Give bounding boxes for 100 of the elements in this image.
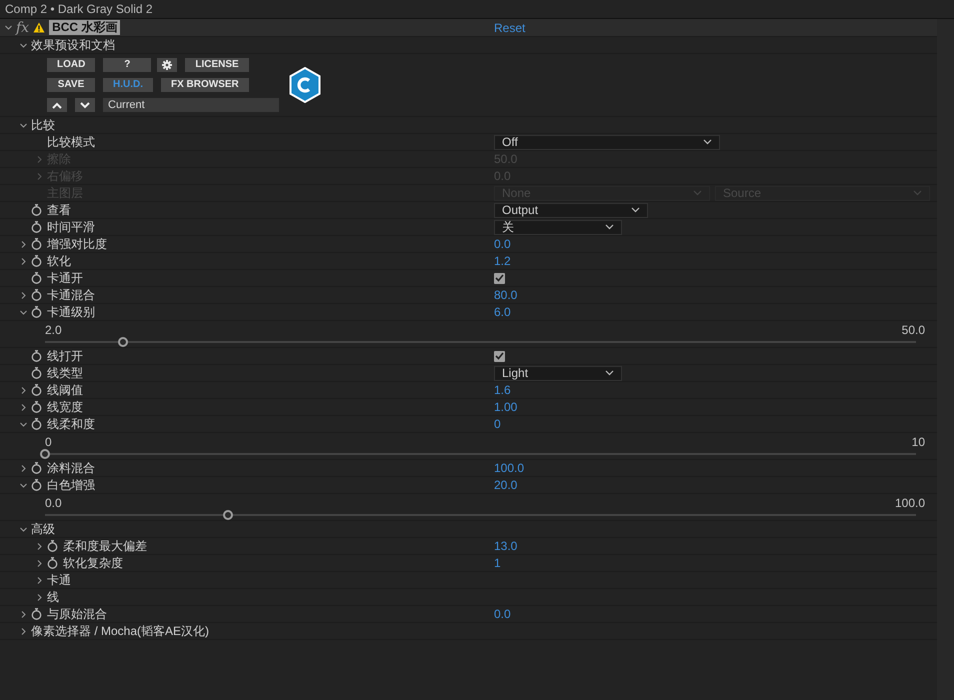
chevron-icon xyxy=(913,190,922,196)
chevron-icon xyxy=(605,224,614,230)
param-label: 与原始混合 xyxy=(47,608,107,620)
caret-icon[interactable] xyxy=(20,122,27,128)
caret-icon[interactable] xyxy=(36,560,43,566)
value-field[interactable]: 80.0 xyxy=(494,286,518,304)
slider-thumb[interactable] xyxy=(222,510,233,520)
stopwatch-icon[interactable] xyxy=(31,289,42,301)
preset-button[interactable]: SAVE xyxy=(47,78,95,92)
stopwatch-icon[interactable] xyxy=(31,418,42,430)
stopwatch-icon[interactable] xyxy=(31,306,42,318)
settings-button[interactable] xyxy=(157,58,178,72)
caret-icon[interactable] xyxy=(36,542,43,550)
preset-button[interactable]: LOAD xyxy=(47,58,96,72)
value-field[interactable]: 0.0 xyxy=(494,605,511,623)
param-label: 卡通开 xyxy=(47,272,83,284)
stopwatch-icon[interactable] xyxy=(31,384,42,396)
stopwatch-icon[interactable] xyxy=(31,221,42,233)
caret-icon[interactable] xyxy=(20,404,27,410)
logo-icon xyxy=(289,67,321,103)
effect-name[interactable]: BCC 水彩画 xyxy=(49,20,120,35)
stopwatch-icon[interactable] xyxy=(31,238,42,250)
caret-icon[interactable] xyxy=(20,42,27,48)
param-label: 高级 xyxy=(31,523,55,535)
checkbox[interactable] xyxy=(494,350,505,362)
param-label: 柔和度最大偏差 xyxy=(63,540,147,552)
chevron-icon xyxy=(693,190,702,196)
slider-max-label: 50.0 xyxy=(902,323,925,337)
caret-icon[interactable] xyxy=(20,628,27,634)
param-label: 像素选择器 / Mocha(韬客AE汉化) xyxy=(31,625,210,637)
caret-icon[interactable] xyxy=(20,258,27,264)
preset-button[interactable]: LICENSE xyxy=(185,58,249,72)
caret-icon[interactable] xyxy=(20,292,27,298)
caret-icon[interactable] xyxy=(20,240,27,248)
chevron-icon xyxy=(631,207,640,213)
param-label: 卡通混合 xyxy=(47,289,95,301)
stopwatch-icon[interactable] xyxy=(31,272,42,284)
stopwatch-icon[interactable] xyxy=(31,204,42,216)
param-label: 比较 xyxy=(31,119,55,131)
caret-icon[interactable] xyxy=(36,594,43,600)
slider-thumb[interactable] xyxy=(40,449,50,459)
slider-min-label: 0 xyxy=(45,435,52,449)
caret-icon[interactable] xyxy=(36,576,43,584)
stopwatch-icon[interactable] xyxy=(31,367,42,379)
value-field[interactable]: 1.2 xyxy=(494,252,511,270)
value-field[interactable]: 0 xyxy=(494,415,501,433)
stopwatch-icon[interactable] xyxy=(31,401,42,413)
caret-icon[interactable] xyxy=(20,610,27,618)
stopwatch-icon[interactable] xyxy=(31,462,42,474)
preset-button[interactable]: ? xyxy=(103,58,152,72)
move-down-button[interactable] xyxy=(75,98,95,112)
caret-icon[interactable] xyxy=(5,24,12,31)
param-label: 白色增强 xyxy=(47,479,95,491)
param-label: 增强对比度 xyxy=(47,238,107,250)
value-field[interactable]: 0.0 xyxy=(494,235,511,253)
caret-icon[interactable] xyxy=(20,420,27,428)
slider-max-label: 10 xyxy=(912,435,925,449)
slider-min-label: 0.0 xyxy=(45,496,62,510)
slider-min-label: 2.0 xyxy=(45,323,62,337)
dropdown[interactable]: Off xyxy=(494,134,720,150)
stopwatch-icon[interactable] xyxy=(31,350,42,362)
caret-icon[interactable] xyxy=(20,308,27,316)
value-field[interactable]: 20.0 xyxy=(494,476,518,494)
param-label: 查看 xyxy=(47,204,71,216)
value-field[interactable]: 1.00 xyxy=(494,398,518,416)
caret-icon[interactable] xyxy=(20,482,27,488)
stopwatch-icon[interactable] xyxy=(47,540,58,552)
param-label: 线类型 xyxy=(47,367,83,379)
param-label: 线阈值 xyxy=(47,384,83,396)
settings-icon xyxy=(162,60,172,70)
stopwatch-icon[interactable] xyxy=(31,479,42,491)
dropdown[interactable]: Light xyxy=(494,366,622,380)
caret-icon[interactable] xyxy=(20,386,27,394)
stopwatch-icon[interactable] xyxy=(31,608,42,620)
reset-link[interactable]: Reset xyxy=(494,18,526,36)
preset-field[interactable]: Current xyxy=(103,98,279,112)
param-label: 软化 xyxy=(47,255,71,267)
section-label: 效果预设和文档 xyxy=(31,39,115,51)
preset-button[interactable]: FX BROWSER xyxy=(161,78,249,92)
value-field[interactable]: 100.0 xyxy=(494,459,524,477)
preset-button[interactable]: H.U.D. xyxy=(103,78,153,92)
value-field[interactable]: 1 xyxy=(494,554,501,572)
value-field[interactable]: 13.0 xyxy=(494,537,518,555)
dropdown[interactable]: 关 xyxy=(494,220,622,234)
value-field[interactable]: 1.6 xyxy=(494,381,511,399)
chevron-down-icon xyxy=(80,102,90,108)
checkbox[interactable] xyxy=(494,272,505,284)
stopwatch-icon[interactable] xyxy=(47,557,58,569)
move-up-button[interactable] xyxy=(47,98,67,112)
param-label: 比较模式 xyxy=(47,136,95,148)
stopwatch-icon[interactable] xyxy=(31,255,42,267)
dropdown[interactable]: Output xyxy=(494,202,648,218)
value-field[interactable]: 6.0 xyxy=(494,303,511,321)
chevron-icon xyxy=(703,139,712,145)
caret-icon[interactable] xyxy=(20,526,27,532)
slider-thumb[interactable] xyxy=(118,337,128,347)
param-label: 卡通级别 xyxy=(47,306,95,318)
fx-label: fx xyxy=(16,20,30,34)
param-label: 软化复杂度 xyxy=(63,557,123,569)
caret-icon[interactable] xyxy=(20,464,27,472)
